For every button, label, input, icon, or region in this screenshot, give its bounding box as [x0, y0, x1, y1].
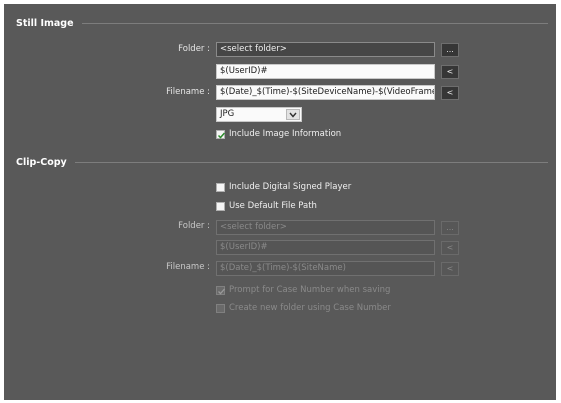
- checkbox-box[interactable]: [216, 285, 225, 295]
- still-filename-field[interactable]: $(Date)_$(Time)-$(SiteDeviceName)-$(Vide…: [216, 85, 435, 100]
- clip-filename-label: Filename :: [166, 262, 210, 272]
- clip-subfolder-macro-button[interactable]: <: [441, 241, 459, 255]
- checkbox-box[interactable]: [216, 201, 225, 211]
- checkbox-box[interactable]: [216, 129, 226, 139]
- section-divider: [74, 161, 548, 163]
- section-divider: [81, 22, 548, 24]
- prompt-case-number-label: Prompt for Case Number when saving: [229, 285, 391, 295]
- clip-folder-field[interactable]: <select folder>: [216, 220, 435, 235]
- still-format-value: JPG: [220, 109, 235, 119]
- chevron-down-icon[interactable]: [286, 109, 300, 120]
- still-folder-browse-button[interactable]: ...: [441, 43, 459, 57]
- include-image-info-label: Include Image Information: [229, 129, 342, 139]
- clip-subfolder-field[interactable]: $(UserID)#: [216, 240, 435, 255]
- still-filename-macro-button[interactable]: <: [441, 86, 459, 100]
- settings-panel: Still Image Folder : <select folder> ...…: [4, 4, 556, 400]
- still-image-section-header: Still Image: [16, 16, 548, 30]
- clip-copy-title: Clip-Copy: [16, 156, 67, 168]
- still-subfolder-macro-button[interactable]: <: [441, 65, 459, 79]
- clip-filename-field[interactable]: $(Date)_$(Time)-$(SiteName): [216, 261, 435, 276]
- include-image-info-checkbox[interactable]: Include Image Information: [216, 128, 341, 140]
- still-format-select[interactable]: JPG: [216, 107, 302, 122]
- prompt-case-number-checkbox[interactable]: Prompt for Case Number when saving: [216, 284, 390, 296]
- create-case-folder-label: Create new folder using Case Number: [229, 303, 391, 313]
- use-default-path-label: Use Default File Path: [229, 201, 317, 211]
- checkbox-box[interactable]: [216, 182, 225, 192]
- still-image-title: Still Image: [16, 17, 74, 29]
- use-default-path-checkbox[interactable]: Use Default File Path: [216, 200, 317, 212]
- include-signed-player-label: Include Digital Signed Player: [229, 182, 352, 192]
- checkbox-box[interactable]: [216, 303, 225, 313]
- create-case-folder-checkbox[interactable]: Create new folder using Case Number: [216, 302, 391, 314]
- still-filename-label: Filename :: [166, 87, 210, 97]
- still-folder-label: Folder :: [178, 44, 210, 54]
- include-signed-player-checkbox[interactable]: Include Digital Signed Player: [216, 181, 351, 193]
- clip-folder-label: Folder :: [178, 221, 210, 231]
- still-subfolder-field[interactable]: $(UserID)#: [216, 64, 435, 79]
- clip-filename-macro-button[interactable]: <: [441, 262, 459, 276]
- clip-copy-section-header: Clip-Copy: [16, 155, 548, 169]
- still-folder-field[interactable]: <select folder>: [216, 42, 435, 57]
- clip-folder-browse-button[interactable]: ...: [441, 221, 459, 235]
